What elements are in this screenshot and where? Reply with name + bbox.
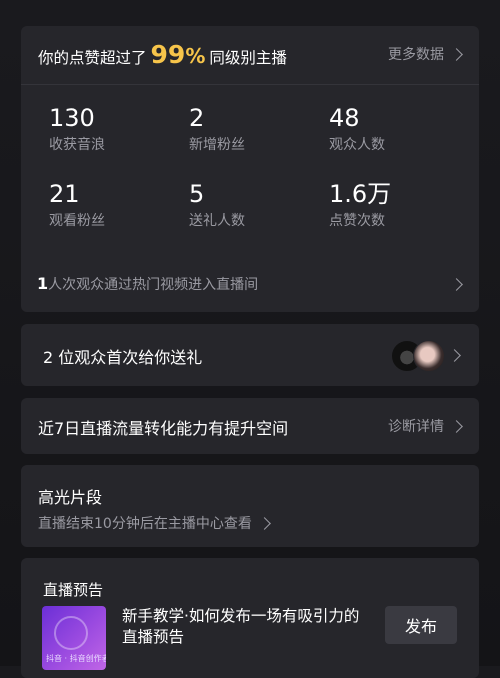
thumbnail-caption: 抖音 · 抖音创作者学院	[46, 654, 106, 663]
like-ranking-headline: 你的点赞超过了 99% 同级别主播	[38, 40, 287, 69]
highlight-subtitle: 直播结束10分钟后在主播中心查看	[38, 513, 271, 533]
live-preview-title: 直播预告	[43, 581, 104, 599]
headline-prefix: 你的点赞超过了	[38, 49, 147, 67]
gifter-avatars	[391, 340, 445, 372]
stat-value: 21	[49, 180, 80, 208]
stat-value: 130	[49, 104, 95, 132]
stat-label: 观看粉丝	[49, 213, 105, 229]
stat-follower-viewers: 21 观看粉丝	[49, 180, 189, 230]
like-percentile: 99%	[150, 40, 206, 69]
stat-value: 5	[189, 180, 205, 208]
tutorial-description[interactable]: 新手教学·如何发布一场有吸引力的直播预告	[122, 606, 362, 648]
more-data-link[interactable]: 更多数据	[388, 44, 463, 64]
stat-value: 2	[189, 104, 205, 132]
publish-button[interactable]: 发布	[385, 606, 457, 644]
stat-gift-income: 130 收获音浪	[49, 104, 189, 154]
first-gift-card[interactable]: 2 位观众首次给你送礼	[21, 324, 479, 386]
chevron-right-icon	[448, 349, 461, 362]
traffic-conversion-card[interactable]: 近7日直播流量转化能力有提升空间 诊断详情	[21, 398, 479, 454]
stats-grid: 130 收获音浪 2 新增粉丝 48 观众人数 21 观看粉丝 5 送礼人数 1…	[49, 104, 469, 230]
traffic-conversion-text: 近7日直播流量转化能力有提升空间	[38, 419, 289, 438]
stat-new-followers: 2 新增粉丝	[189, 104, 329, 154]
stat-label: 收获音浪	[49, 137, 105, 153]
highlight-title: 高光片段	[38, 488, 103, 507]
stat-viewers: 48 观众人数	[329, 104, 469, 154]
avatar	[413, 340, 445, 372]
stats-card: 你的点赞超过了 99% 同级别主播 更多数据 130 收获音浪 2 新增粉丝 4…	[21, 26, 479, 312]
stat-label: 观众人数	[329, 137, 385, 153]
stat-label: 新增粉丝	[189, 137, 245, 153]
stat-label: 点赞次数	[329, 213, 385, 229]
chevron-right-icon	[450, 419, 463, 433]
stat-value: 1.6万	[329, 180, 392, 208]
headline-suffix: 同级别主播	[209, 49, 287, 67]
hot-video-text: 1人次观众通过热门视频进入直播间	[37, 274, 259, 293]
stat-label: 送礼人数	[189, 213, 245, 229]
first-gift-text: 2 位观众首次给你送礼	[43, 348, 203, 367]
chevron-right-icon	[450, 277, 463, 291]
divider	[21, 84, 479, 85]
stat-value: 48	[329, 104, 360, 132]
thumbnail-graphic	[54, 616, 88, 650]
highlight-clips-card[interactable]: 高光片段 直播结束10分钟后在主播中心查看	[21, 465, 479, 547]
hot-video-row[interactable]: 1人次观众通过热门视频进入直播间	[37, 274, 463, 294]
chevron-right-icon	[257, 516, 271, 530]
stat-likes: 1.6万 点赞次数	[329, 180, 469, 230]
stat-gifters: 5 送礼人数	[189, 180, 329, 230]
diagnose-details-link[interactable]: 诊断详情	[388, 416, 463, 436]
chevron-right-icon	[450, 47, 463, 61]
tutorial-thumbnail[interactable]: 抖音 · 抖音创作者学院	[42, 606, 106, 670]
live-preview-card: 直播预告 抖音 · 抖音创作者学院 新手教学·如何发布一场有吸引力的直播预告 发…	[21, 558, 479, 678]
diagnose-details-label: 诊断详情	[388, 419, 444, 435]
more-data-label: 更多数据	[388, 47, 444, 63]
